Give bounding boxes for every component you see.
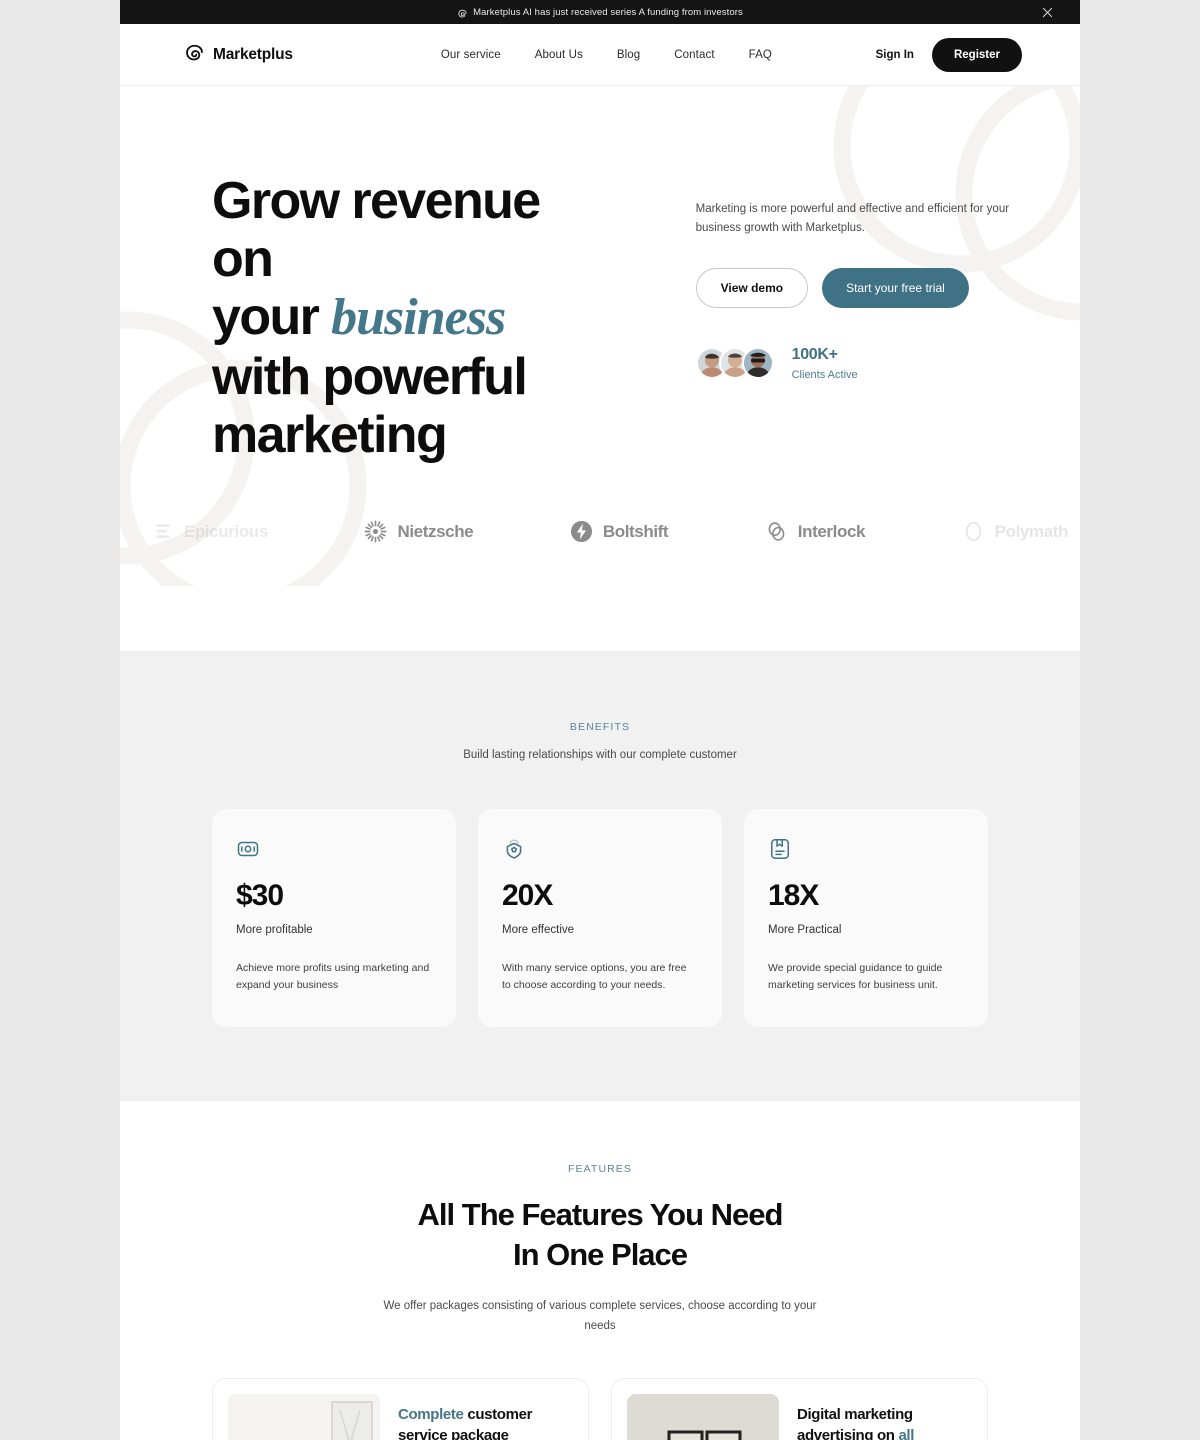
boltshift-bolt-icon — [570, 520, 593, 543]
interlock-rings-icon — [765, 520, 788, 543]
clients-label: Clients Active — [791, 368, 858, 381]
logo-polymath: Polymath — [962, 520, 1068, 543]
main-nav: Our service About Us Blog Contact FAQ — [441, 49, 772, 61]
logo-interlock: Interlock — [765, 520, 865, 543]
money-note-icon — [236, 837, 260, 861]
shield-badge-icon — [502, 837, 526, 861]
logo-label: Nietzsche — [397, 521, 474, 541]
marketplus-spiral-icon — [457, 7, 468, 18]
announcement-content: Marketplus AI has just received series A… — [457, 7, 743, 18]
logo-label: Epicurious — [184, 521, 268, 541]
announcement-bar: Marketplus AI has just received series A… — [120, 0, 1080, 24]
avatar — [741, 347, 774, 380]
benefit-card: 20X More effective With many service opt… — [478, 809, 722, 1027]
hero-section: Grow revenue on your business with power… — [120, 86, 1080, 652]
document-bookmark-icon — [768, 837, 792, 861]
view-demo-button[interactable]: View demo — [695, 267, 809, 308]
features-title: All The Features You Need In One Place — [212, 1195, 988, 1276]
register-button[interactable]: Register — [931, 37, 1022, 72]
feature-card[interactable]: Digital marketing advertising on all pla… — [611, 1378, 988, 1440]
avatar-group — [695, 347, 774, 380]
features-title-line-1: All The Features You Need — [417, 1196, 784, 1232]
benefit-description: With many service options, you are free … — [502, 962, 687, 992]
features-card-list: Complete customer service package Digita… — [212, 1378, 988, 1440]
brand-name: Marketplus — [213, 45, 293, 63]
logo-boltshift: Boltshift — [570, 520, 669, 543]
benefit-description: We provide special guidance to guide mar… — [768, 962, 943, 992]
announcement-text: Marketplus AI has just received series A… — [473, 6, 743, 18]
client-logo-strip: Epicurious Nietzsche Boltshift Interlock… — [142, 520, 1076, 651]
clients-stat: 100K+ Clients Active — [695, 346, 1016, 381]
benefit-card: $30 More profitable Achieve more profits… — [212, 809, 456, 1027]
hero-title-line-4: marketing — [212, 405, 448, 464]
epicurious-icon — [152, 521, 174, 543]
feature-card[interactable]: Complete customer service package — [212, 1378, 589, 1440]
hero-title-line-1: Grow revenue on — [212, 172, 541, 289]
nav-item-faq[interactable]: FAQ — [749, 49, 772, 61]
benefit-stat: 18X — [768, 879, 819, 913]
hero-cta-group: View demo Start your free trial — [695, 267, 1016, 308]
features-title-line-2: In One Place — [512, 1237, 688, 1273]
feature-heading: Digital marketing advertising on all pla… — [797, 1394, 972, 1440]
start-free-trial-button[interactable]: Start your free trial — [822, 267, 969, 308]
hero-left-column: Grow revenue on your business with power… — [212, 172, 606, 464]
feature-heading-pre: Digital marketing advertising on — [797, 1406, 913, 1440]
benefit-description: Achieve more profits using marketing and… — [236, 962, 430, 992]
features-section: FEATURES All The Features You Need In On… — [120, 1100, 1080, 1440]
clients-stat-text: 100K+ Clients Active — [792, 346, 858, 381]
feature-heading: Complete customer service package — [398, 1394, 573, 1440]
benefits-eyebrow: BENEFITS — [569, 721, 631, 734]
feature-heading-accent: Complete — [398, 1406, 464, 1424]
benefits-section: BENEFITS Build lasting relationships wit… — [120, 651, 1080, 1101]
logo-label: Boltshift — [602, 521, 669, 541]
benefit-stat: 20X — [502, 879, 553, 913]
benefits-subtitle: Build lasting relationships with our com… — [463, 749, 737, 762]
hero-title-line-3: with powerful — [212, 347, 528, 406]
features-eyebrow: FEATURES — [567, 1162, 633, 1175]
benefit-card: 18X More Practical We provide special gu… — [744, 809, 988, 1027]
logo-label: Interlock — [797, 521, 866, 541]
benefit-stat: $30 — [236, 879, 284, 913]
clients-count: 100K+ — [791, 345, 838, 363]
site-header: Marketplus Our service About Us Blog Con… — [120, 24, 1080, 86]
logo-label: Polymath — [994, 521, 1069, 541]
nav-item-about-us[interactable]: About Us — [535, 49, 583, 61]
benefit-label: More profitable — [236, 924, 313, 937]
nav-item-our-service[interactable]: Our service — [441, 49, 501, 61]
hero-title-line-2-pre: your — [212, 288, 332, 347]
nav-item-blog[interactable]: Blog — [617, 49, 640, 61]
nietzsche-sunburst-icon — [364, 520, 387, 543]
nav-item-contact[interactable]: Contact — [674, 49, 714, 61]
benefit-label: More effective — [502, 924, 575, 937]
woman-with-mug-photo — [228, 1394, 380, 1440]
hero-subtitle: Marketing is more powerful and effective… — [695, 203, 1010, 234]
brand-logo[interactable]: Marketplus — [184, 44, 293, 65]
page-title: Grow revenue on your business with power… — [212, 172, 606, 464]
hero-grid: Grow revenue on your business with power… — [212, 172, 1016, 464]
page-container: Marketplus AI has just received series A… — [120, 0, 1080, 1440]
sign-in-link[interactable]: Sign In — [876, 49, 914, 61]
benefits-card-list: $30 More profitable Achieve more profits… — [212, 809, 988, 1027]
marketplus-spiral-icon — [184, 44, 205, 65]
logo-epicurious: Epicurious — [152, 521, 268, 543]
benefit-label: More Practical — [768, 924, 842, 937]
logo-nietzsche: Nietzsche — [364, 520, 474, 543]
hero-title-accent: business — [331, 289, 506, 347]
header-actions: Sign In Register — [876, 37, 1022, 72]
polymath-circle-icon — [962, 520, 985, 543]
close-icon[interactable] — [1040, 5, 1054, 19]
hero-right-column: Marketing is more powerful and effective… — [695, 172, 1016, 464]
man-with-wall-frames-photo — [627, 1394, 779, 1440]
features-subtitle: We offer packages consisting of various … — [383, 1300, 817, 1332]
